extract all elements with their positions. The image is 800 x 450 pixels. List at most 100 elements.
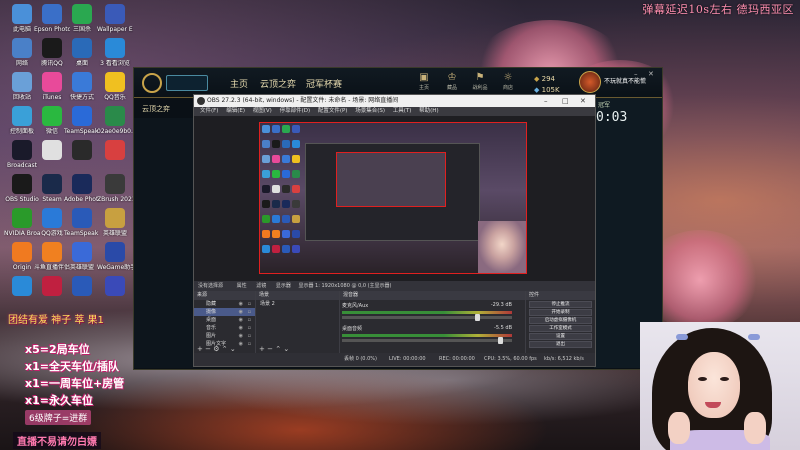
source-item[interactable]: 图片 ◉ ▫ [194, 332, 255, 340]
lock-icon[interactable]: ▫ [248, 332, 251, 340]
mic-volume-slider[interactable] [342, 314, 512, 321]
preview-icon [272, 215, 280, 223]
desktop-icon[interactable]: 三国杀 [64, 4, 100, 33]
stop-streaming-button[interactable]: 停止推流 [529, 301, 592, 308]
minimize-icon[interactable]: – [634, 70, 638, 78]
mixer-channel-desktop: 桌面音频 -5.5 dB [342, 325, 512, 347]
menu-help[interactable]: 帮助(H) [419, 108, 438, 114]
desktop-icon[interactable]: 英雄联盟 [97, 208, 133, 237]
menu-scene-collection[interactable]: 场景集合(S) [355, 108, 385, 114]
menu-view[interactable]: 视图(V) [253, 108, 272, 114]
nav-tft[interactable]: 云顶之弈 [260, 77, 296, 90]
studio-mode-button[interactable]: 工作室模式 [529, 325, 592, 332]
obs-preview-canvas[interactable] [259, 122, 527, 274]
minimize-icon[interactable]: – [544, 95, 548, 107]
down-icon[interactable]: ⌄ [230, 345, 236, 353]
source-item[interactable]: 隐藏 ◉ ▫ [194, 300, 255, 308]
exit-button[interactable]: 退出 [529, 341, 592, 348]
menu-edit[interactable]: 编辑(E) [226, 108, 245, 114]
virtual-camera-button[interactable]: 启动虚拟摄像机 [529, 317, 592, 324]
desktop-icon[interactable]: 快捷方式 [64, 72, 100, 101]
tool-home[interactable]: ▣ 主页 [412, 72, 436, 91]
desktop-icon[interactable]: 英雄联盟 [64, 242, 100, 271]
play-button[interactable] [166, 75, 208, 91]
obs-preview-area[interactable] [194, 116, 595, 281]
settings-button[interactable]: 设置 [529, 333, 592, 340]
desktop-icon[interactable]: WeGame助手 [97, 242, 133, 271]
remove-icon[interactable]: − [267, 345, 273, 353]
start-recording-button[interactable]: 开始录制 [529, 309, 592, 316]
visibility-icon[interactable]: ◉ [239, 316, 243, 324]
nav-clash[interactable]: 冠军杯赛 [306, 77, 342, 90]
maximize-icon[interactable]: □ [562, 95, 569, 107]
desktop-icon[interactable] [97, 140, 133, 162]
lock-icon[interactable]: ▫ [248, 308, 251, 316]
down-icon[interactable]: ⌄ [283, 345, 289, 353]
desktop-icon[interactable] [97, 276, 133, 298]
obs-docks: 来源 隐藏 ◉ ▫ 摄像 ◉ ▫ 桌面 ◉ ▫ 音乐 ◉ ▫ 图片 ◉ ▫ 图片文字 ◉ ▫ + − ⚙ ⌃ ⌄ … [194, 291, 595, 353]
nav-home[interactable]: 主页 [230, 77, 248, 90]
desktop-icon-label: WeGame助手 [97, 264, 133, 271]
app-icon [105, 140, 125, 160]
desktop-volume-slider[interactable] [342, 337, 512, 344]
tool-loot[interactable]: ⚑ 战利品 [468, 72, 492, 91]
desktop-icon[interactable]: 3 看看浏览 [97, 38, 133, 67]
properties-button[interactable]: 属性 [237, 283, 247, 289]
visibility-icon[interactable]: ◉ [239, 324, 243, 332]
up-icon[interactable]: ⌃ [222, 345, 228, 353]
desktop-icon[interactable]: ZBrush 2021 [97, 174, 133, 203]
display-label: 显示器 [275, 283, 291, 289]
remove-icon[interactable]: − [205, 345, 211, 353]
desktop-icon[interactable] [64, 276, 100, 298]
display-select[interactable]: 显示器 1: 1920x1080 @ 0,0 (主显示器) [298, 283, 391, 289]
preview-webcam [478, 221, 526, 273]
source-item[interactable]: 桌面 ◉ ▫ [194, 316, 255, 324]
lol-logo-icon[interactable] [142, 73, 162, 93]
menu-profile[interactable]: 配置文件(P) [318, 108, 348, 114]
desktop-icon[interactable]: 桌面 [64, 38, 100, 67]
fan-club-tag: 团结有爱 神子 萃 果1 [8, 315, 104, 326]
currency-block[interactable]: ◆ 294 ◆ 105K [534, 74, 560, 96]
app-icon [72, 72, 92, 92]
preview-icon [262, 140, 270, 148]
desktop-icon[interactable]: QQ音乐 [97, 72, 133, 101]
mic-channel-db: -29.3 dB [490, 302, 512, 308]
desktop-volume-knob[interactable] [498, 337, 504, 344]
preview-icon [262, 200, 270, 208]
tool-collection[interactable]: ♔ 藏品 [440, 72, 464, 91]
obs-window[interactable]: OBS 27.2.3 (64-bit, windows) - 配置文件: 未命名… [193, 94, 596, 367]
visibility-icon[interactable]: ◉ [239, 332, 243, 340]
settings-icon[interactable]: ⚙ [213, 345, 219, 353]
sources-dock-footer: + − ⚙ ⌃ ⌄ [194, 345, 255, 353]
summoner-avatar[interactable] [579, 71, 601, 93]
close-icon[interactable]: ✕ [580, 95, 586, 107]
desktop-icon[interactable]: 02ae0e9b0... [97, 106, 133, 135]
add-icon[interactable]: + [197, 345, 203, 353]
scene-item[interactable]: 场景 2 [256, 300, 339, 308]
filters-button[interactable]: 滤镜 [256, 283, 266, 289]
visibility-icon[interactable]: ◉ [239, 300, 243, 308]
menu-tools[interactable]: 工具(T) [393, 108, 412, 114]
tool-store[interactable]: ☼ 商店 [496, 72, 520, 91]
mic-volume-knob[interactable] [474, 314, 480, 321]
lock-icon[interactable]: ▫ [248, 316, 251, 324]
stream-delay-banner: 弹幕延迟10s左右 德玛西亚区 [642, 3, 794, 16]
lock-icon[interactable]: ▫ [248, 324, 251, 332]
up-icon[interactable]: ⌃ [275, 345, 281, 353]
desktop-icon[interactable]: Adobe Photosh... [64, 174, 100, 203]
visibility-icon[interactable]: ◉ [239, 308, 243, 316]
app-icon [42, 242, 62, 262]
desktop-icon[interactable] [64, 140, 100, 162]
app-icon [105, 106, 125, 126]
source-item[interactable]: 摄像 ◉ ▫ [194, 308, 255, 316]
add-icon[interactable]: + [259, 345, 265, 353]
source-item[interactable]: 音乐 ◉ ▫ [194, 324, 255, 332]
menu-docks[interactable]: 停靠部件(D) [280, 108, 311, 114]
desktop-icon[interactable]: Wallpaper Engine [97, 4, 133, 33]
lock-icon[interactable]: ▫ [248, 300, 251, 308]
desktop-icon[interactable]: TeamSpeak 3 Client [64, 208, 100, 237]
menu-file[interactable]: 文件(F) [200, 108, 218, 114]
preview-icon [282, 245, 290, 253]
desktop-icon[interactable]: TeamSpeak 3 Client [64, 106, 100, 135]
close-icon[interactable]: ✕ [648, 70, 654, 78]
